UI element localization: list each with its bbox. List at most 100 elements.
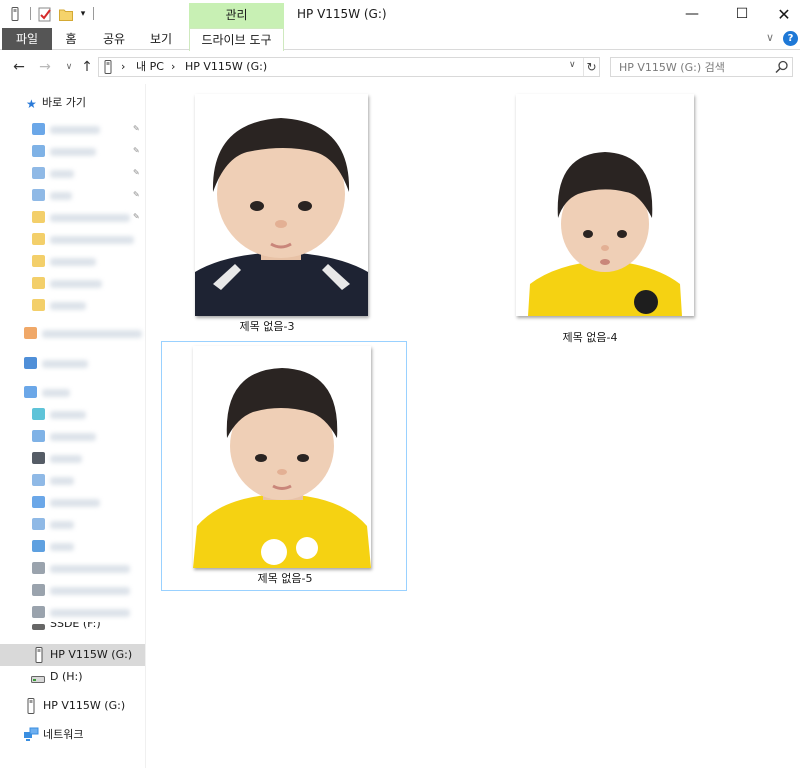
drive-item[interactable] <box>0 558 145 580</box>
file-name: 제목 없음-3 <box>239 320 295 333</box>
refresh-icon[interactable]: ↻ <box>583 58 599 76</box>
drive-icon <box>32 584 45 596</box>
this-pc-item[interactable] <box>0 382 145 404</box>
tab-share[interactable]: 공유 <box>96 28 132 50</box>
toolbar-separator <box>30 7 31 20</box>
chevron-down-icon[interactable]: ∨ <box>569 60 576 70</box>
pc-folder-item[interactable] <box>0 404 145 426</box>
back-arrow-icon[interactable]: ← <box>10 59 28 75</box>
breadcrumb-drive[interactable]: HP V115W (G:) <box>185 60 267 74</box>
new-folder-button[interactable] <box>59 6 73 22</box>
nav-item-network[interactable]: 네트워크 <box>0 724 145 746</box>
pin-icon: ✎ <box>133 124 140 133</box>
usb-drive-icon <box>10 6 20 22</box>
search-input[interactable] <box>619 60 774 74</box>
quick-access-item[interactable] <box>0 251 145 273</box>
nav-item-hp-v115w[interactable]: HP V115W (G:) <box>0 644 145 666</box>
close-button[interactable]: ✕ <box>761 0 800 28</box>
cloud-item[interactable] <box>0 323 145 345</box>
file-thumbnail <box>516 94 694 316</box>
pin-icon: ✎ <box>133 168 140 177</box>
file-item[interactable]: 제목 없음-4 <box>482 92 698 344</box>
quick-access-item[interactable]: ✎ <box>0 207 145 229</box>
blurred-label <box>50 302 86 310</box>
tab-file[interactable]: 파일 <box>2 28 52 50</box>
drive-icon <box>32 606 45 618</box>
pc-folder-item[interactable] <box>0 470 145 492</box>
tab-home[interactable]: 홈 <box>56 28 86 50</box>
nav-item-ssde[interactable]: SSDE (F:) <box>0 622 145 638</box>
search-icon[interactable] <box>774 60 790 74</box>
nav-item-hp-v115w-root[interactable]: HP V115W (G:) <box>0 695 145 717</box>
customize-toolbar-icon[interactable]: ▾ <box>78 6 88 22</box>
quick-access-item[interactable] <box>0 273 145 295</box>
pc-folder-item[interactable] <box>0 536 145 558</box>
breadcrumb-separator[interactable]: › <box>171 60 175 74</box>
folder-icon <box>32 474 45 486</box>
quick-access-item[interactable]: ✎ <box>0 141 145 163</box>
nav-item-d[interactable]: D (H:) <box>0 666 145 688</box>
usb-drive-icon <box>27 698 35 714</box>
usb-drive-icon <box>104 60 112 77</box>
file-name: 제목 없음-4 <box>562 331 618 344</box>
quick-access-item[interactable] <box>0 295 145 317</box>
pc-folder-item[interactable] <box>0 492 145 514</box>
minimize-button[interactable]: — <box>669 0 715 28</box>
blurred-label <box>50 214 130 222</box>
address-bar[interactable]: › 내 PC › HP V115W (G:) ∨ ↻ <box>98 57 600 77</box>
up-arrow-icon[interactable]: ↑ <box>78 59 96 75</box>
drive-item[interactable] <box>0 602 145 624</box>
maximize-button[interactable]: ☐ <box>719 0 765 28</box>
quick-access-header[interactable]: ★ 바로 가기 <box>0 94 145 116</box>
forward-arrow-icon[interactable]: → <box>36 59 54 75</box>
drive-item[interactable] <box>0 580 145 602</box>
blurred-label <box>50 258 96 266</box>
chevron-down-icon[interactable]: ∨ <box>766 31 774 44</box>
nav-item-label: HP V115W (G:) <box>43 699 126 712</box>
quick-access-item[interactable]: ✎ <box>0 119 145 141</box>
file-item-selected[interactable]: 제목 없음-5 <box>161 341 407 591</box>
file-item[interactable]: 제목 없음-3 <box>159 92 375 342</box>
folder-icon <box>32 496 45 508</box>
drive-icon <box>32 624 45 630</box>
navigation-bar: ← → ∨ ↑ › 내 PC › HP V115W (G:) ∨ ↻ <box>0 50 800 84</box>
nav-item-label: SSDE (F:) <box>50 622 101 630</box>
quick-access-item[interactable] <box>0 229 145 251</box>
drive-icon <box>31 673 45 683</box>
tab-view[interactable]: 보기 <box>146 28 176 50</box>
tab-drive-tools[interactable]: 드라이브 도구 <box>189 28 284 51</box>
quick-access-item[interactable]: ✎ <box>0 163 145 185</box>
nav-item-label: 네트워크 <box>43 728 84 741</box>
window-title: HP V115W (G:) <box>297 7 387 21</box>
blurred-label <box>50 543 74 551</box>
pin-icon: ✎ <box>133 212 140 221</box>
breadcrumb-this-pc[interactable]: 내 PC <box>136 60 164 74</box>
folder-icon <box>32 145 45 157</box>
ribbon-tab-bar: 파일 홈 공유 보기 드라이브 도구 ∨ ? <box>0 28 800 51</box>
recent-locations-icon[interactable]: ∨ <box>60 59 78 75</box>
manage-context-tab[interactable]: 관리 <box>189 3 284 28</box>
folder-icon <box>32 299 45 311</box>
pc-folder-item[interactable] <box>0 448 145 470</box>
blurred-label <box>50 236 134 244</box>
folder-icon <box>32 277 45 289</box>
blurred-label <box>42 360 88 368</box>
quick-access-item[interactable]: ✎ <box>0 185 145 207</box>
properties-button[interactable] <box>38 6 52 22</box>
folder-icon <box>59 9 73 21</box>
folder-icon <box>32 167 45 179</box>
help-icon[interactable]: ? <box>783 31 798 46</box>
search-box[interactable] <box>610 57 793 77</box>
drive-icon <box>32 562 45 574</box>
pc-folder-item[interactable] <box>0 514 145 536</box>
file-name: 제목 없음-5 <box>257 572 313 585</box>
onedrive-item[interactable] <box>0 353 145 375</box>
breadcrumb-separator[interactable]: › <box>121 60 125 74</box>
nav-item-label: D (H:) <box>50 670 83 683</box>
quick-access-label: 바로 가기 <box>42 96 86 109</box>
blurred-label <box>50 565 130 573</box>
pc-folder-item[interactable] <box>0 426 145 448</box>
folder-icon <box>32 233 45 245</box>
file-thumbnail <box>195 94 368 316</box>
folder-icon <box>32 255 45 267</box>
